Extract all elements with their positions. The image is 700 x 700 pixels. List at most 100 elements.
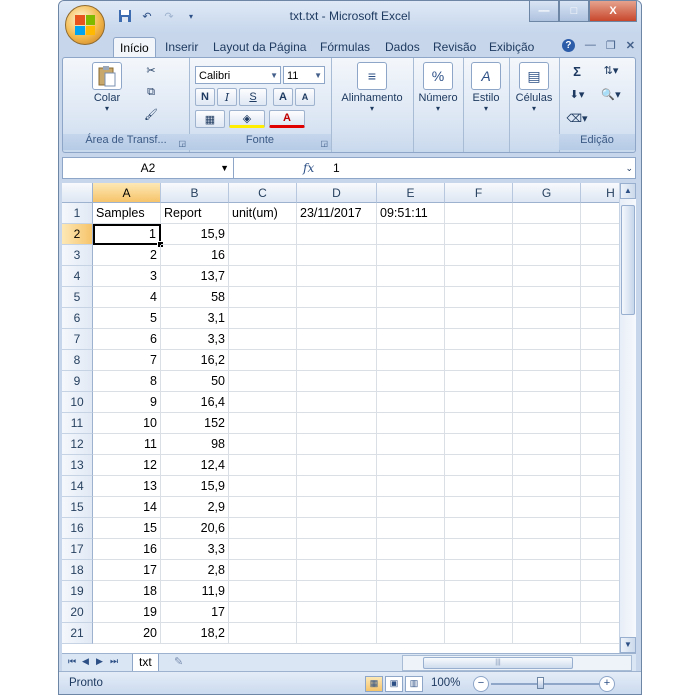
row-header[interactable]: 16 <box>62 518 93 539</box>
row-header[interactable]: 13 <box>62 455 93 476</box>
row-header[interactable]: 5 <box>62 287 93 308</box>
cell-d4[interactable] <box>297 266 377 287</box>
column-header-b[interactable]: B <box>161 183 229 203</box>
row-header[interactable]: 9 <box>62 371 93 392</box>
cell-e8[interactable] <box>377 350 445 371</box>
select-all-corner[interactable] <box>62 183 93 203</box>
cell-a10[interactable]: 9 <box>93 392 161 413</box>
next-sheet-icon[interactable]: ▶ <box>96 656 103 667</box>
cell-g16[interactable] <box>513 518 581 539</box>
cell-b4[interactable]: 13,7 <box>161 266 229 287</box>
minimize-button[interactable]: — <box>529 1 559 22</box>
cell-c15[interactable] <box>229 497 297 518</box>
cell-c13[interactable] <box>229 455 297 476</box>
row-header[interactable]: 12 <box>62 434 93 455</box>
cell-d11[interactable] <box>297 413 377 434</box>
ribbon-close-icon[interactable]: ✕ <box>626 39 635 52</box>
cell-f6[interactable] <box>445 308 513 329</box>
cell-e9[interactable] <box>377 371 445 392</box>
cell-f19[interactable] <box>445 581 513 602</box>
cell-f7[interactable] <box>445 329 513 350</box>
cell-b3[interactable]: 16 <box>161 245 229 266</box>
cell-e16[interactable] <box>377 518 445 539</box>
format-painter-icon[interactable]: 🖌 <box>141 108 161 121</box>
cell-b2[interactable]: 15,9 <box>161 224 229 245</box>
alignment-button[interactable]: ≡ Alinhamento ▾ <box>335 62 409 113</box>
cell-g15[interactable] <box>513 497 581 518</box>
row-header[interactable]: 3 <box>62 245 93 266</box>
cells-button[interactable]: ▤ Células ▾ <box>511 62 557 113</box>
cell-f11[interactable] <box>445 413 513 434</box>
cell-c7[interactable] <box>229 329 297 350</box>
cell-c10[interactable] <box>229 392 297 413</box>
font-color-icon[interactable]: A <box>269 110 305 128</box>
cell-f20[interactable] <box>445 602 513 623</box>
font-launcher-icon[interactable]: ◲ <box>320 139 328 148</box>
cell-a7[interactable]: 6 <box>93 329 161 350</box>
cell-d13[interactable] <box>297 455 377 476</box>
horizontal-scroll-thumb[interactable]: ||| <box>423 657 573 669</box>
column-header-a[interactable]: A <box>93 183 161 203</box>
cell-g1[interactable] <box>513 203 581 224</box>
cell-a16[interactable]: 15 <box>93 518 161 539</box>
cell-d16[interactable] <box>297 518 377 539</box>
cell-d5[interactable] <box>297 287 377 308</box>
cell-f12[interactable] <box>445 434 513 455</box>
cell-g21[interactable] <box>513 623 581 644</box>
first-sheet-icon[interactable]: ⏮ <box>68 656 76 667</box>
cell-a4[interactable]: 3 <box>93 266 161 287</box>
cell-e12[interactable] <box>377 434 445 455</box>
ribbon-minimize-icon[interactable]: — <box>585 39 596 52</box>
cell-e4[interactable] <box>377 266 445 287</box>
prev-sheet-icon[interactable]: ◀ <box>82 656 89 667</box>
cell-f15[interactable] <box>445 497 513 518</box>
scroll-up-icon[interactable]: ▲ <box>620 183 636 199</box>
name-box[interactable]: A2 ▼ <box>63 158 234 178</box>
grow-font-button[interactable]: A <box>273 88 293 106</box>
cell-f18[interactable] <box>445 560 513 581</box>
column-header-d[interactable]: D <box>297 183 377 203</box>
cell-e14[interactable] <box>377 476 445 497</box>
cell-a5[interactable]: 4 <box>93 287 161 308</box>
horizontal-scrollbar[interactable]: ||| <box>402 655 632 671</box>
cell-a17[interactable]: 16 <box>93 539 161 560</box>
row-header[interactable]: 4 <box>62 266 93 287</box>
cell-e6[interactable] <box>377 308 445 329</box>
cell-g7[interactable] <box>513 329 581 350</box>
cell-d21[interactable] <box>297 623 377 644</box>
cell-c9[interactable] <box>229 371 297 392</box>
cell-c2[interactable] <box>229 224 297 245</box>
cell-a3[interactable]: 2 <box>93 245 161 266</box>
cell-a6[interactable]: 5 <box>93 308 161 329</box>
cell-c14[interactable] <box>229 476 297 497</box>
cell-d15[interactable] <box>297 497 377 518</box>
cell-b8[interactable]: 16,2 <box>161 350 229 371</box>
bold-button[interactable]: N <box>195 88 215 106</box>
cell-a9[interactable]: 8 <box>93 371 161 392</box>
cell-b5[interactable]: 58 <box>161 287 229 308</box>
cell-g11[interactable] <box>513 413 581 434</box>
column-header-f[interactable]: F <box>445 183 513 203</box>
cell-g14[interactable] <box>513 476 581 497</box>
cell-b1[interactable]: Report <box>161 203 229 224</box>
cell-a14[interactable]: 13 <box>93 476 161 497</box>
tab-layout[interactable]: Layout da Página <box>207 37 312 57</box>
maximize-button[interactable]: □ <box>559 1 589 22</box>
cell-b17[interactable]: 3,3 <box>161 539 229 560</box>
cell-g12[interactable] <box>513 434 581 455</box>
style-button[interactable]: A Estilo ▾ <box>465 62 507 113</box>
cell-e19[interactable] <box>377 581 445 602</box>
row-header[interactable]: 7 <box>62 329 93 350</box>
cell-c11[interactable] <box>229 413 297 434</box>
tab-revisao[interactable]: Revisão <box>427 37 482 57</box>
cell-d14[interactable] <box>297 476 377 497</box>
cell-a18[interactable]: 17 <box>93 560 161 581</box>
cell-b12[interactable]: 98 <box>161 434 229 455</box>
cell-d20[interactable] <box>297 602 377 623</box>
normal-view-icon[interactable]: ▦ <box>365 676 383 692</box>
shrink-font-button[interactable]: A <box>295 88 315 106</box>
insert-function-icon[interactable]: fx <box>303 158 325 178</box>
cell-e2[interactable] <box>377 224 445 245</box>
cell-a13[interactable]: 12 <box>93 455 161 476</box>
cell-c8[interactable] <box>229 350 297 371</box>
